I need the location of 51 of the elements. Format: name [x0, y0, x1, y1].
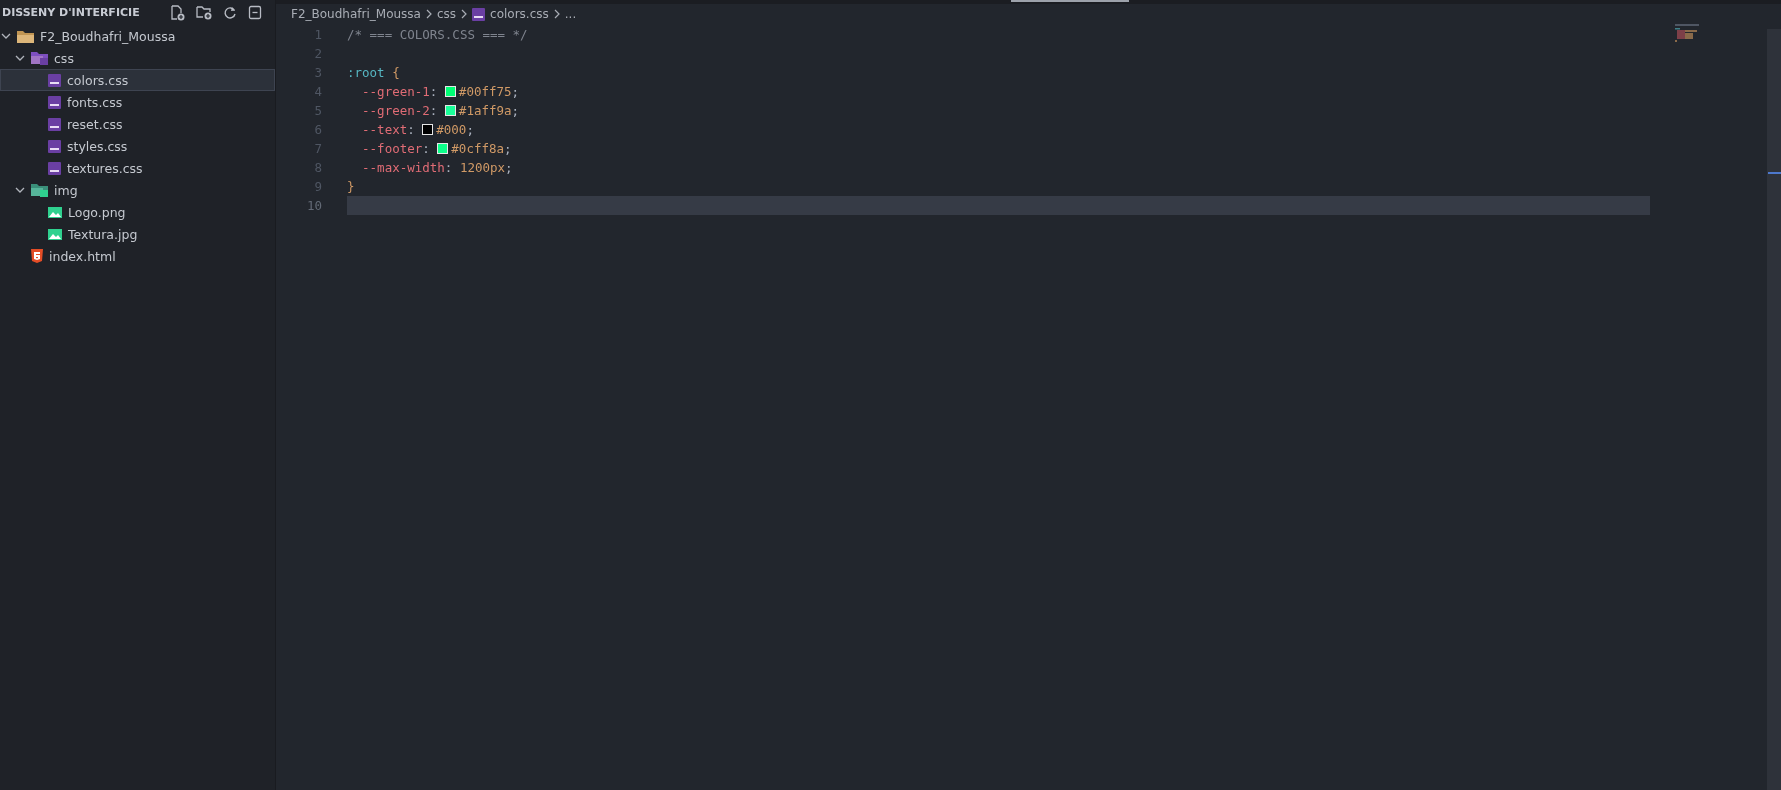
chevron-down-icon: [15, 53, 25, 63]
html-file-icon: [31, 249, 43, 263]
chevron-right-icon: [424, 9, 433, 19]
image-file-icon: [48, 228, 62, 240]
file-item[interactable]: Logo.png: [0, 201, 275, 223]
image-file-icon: [48, 206, 62, 218]
scrollbar[interactable]: [1767, 29, 1781, 790]
css-file-icon: [48, 117, 61, 131]
css-file-icon: [472, 7, 486, 21]
line-number: 10: [305, 198, 322, 213]
folder-icon: [31, 183, 48, 197]
folder-item[interactable]: F2_Boudhafri_Moussa: [0, 25, 275, 47]
css-file-icon: [48, 73, 61, 87]
sidebar-title: DISSENY D'INTERFICIE: [2, 6, 140, 19]
minimap-drawing: [1675, 24, 1699, 43]
file-item[interactable]: Textura.jpg: [0, 223, 275, 245]
code-line: /* === COLORS.CSS === */: [347, 26, 529, 44]
folder-item[interactable]: css: [0, 47, 275, 69]
new-file-button[interactable]: [168, 3, 187, 22]
folder-item[interactable]: img: [0, 179, 275, 201]
file-item[interactable]: colors.css: [0, 69, 275, 91]
code-line: --green-2: #1aff9a;: [361, 102, 521, 120]
folder-icon: [31, 51, 48, 65]
chevron-down-icon: [1, 31, 11, 41]
css-file-icon: [48, 161, 61, 175]
file-item[interactable]: index.html: [0, 245, 275, 267]
breadcrumb-item[interactable]: colors.css: [490, 7, 549, 21]
chevron-down-icon: [15, 185, 25, 195]
file-item[interactable]: textures.css: [0, 157, 275, 179]
folder-icon: [17, 29, 34, 43]
css-file-icon: [48, 139, 61, 153]
breadcrumb-item[interactable]: css: [436, 7, 457, 21]
code-line: :root {: [347, 64, 401, 82]
code-line: --max-width: 1200px;: [361, 159, 514, 177]
code-line: }: [347, 178, 356, 196]
file-item[interactable]: styles.css: [0, 135, 275, 157]
code-line: --text: #000;: [361, 121, 475, 139]
css-file-icon: [48, 95, 61, 109]
breadcrumb-item[interactable]: ...: [564, 7, 577, 21]
chevron-right-icon: [460, 9, 469, 19]
new-folder-button[interactable]: [194, 3, 213, 22]
color-swatch[interactable]: [444, 105, 456, 116]
code-line: --green-1: #00ff75;: [361, 83, 521, 101]
color-swatch[interactable]: [422, 124, 434, 135]
breadcrumb-item[interactable]: F2_Boudhafri_Moussa: [291, 7, 421, 21]
color-swatch[interactable]: [437, 143, 449, 154]
chevron-right-icon: [552, 9, 561, 19]
file-item[interactable]: reset.css: [0, 113, 275, 135]
code-line: --footer: #0cff8a;: [361, 140, 513, 158]
color-swatch[interactable]: [444, 86, 456, 97]
file-item[interactable]: fonts.css: [0, 91, 275, 113]
